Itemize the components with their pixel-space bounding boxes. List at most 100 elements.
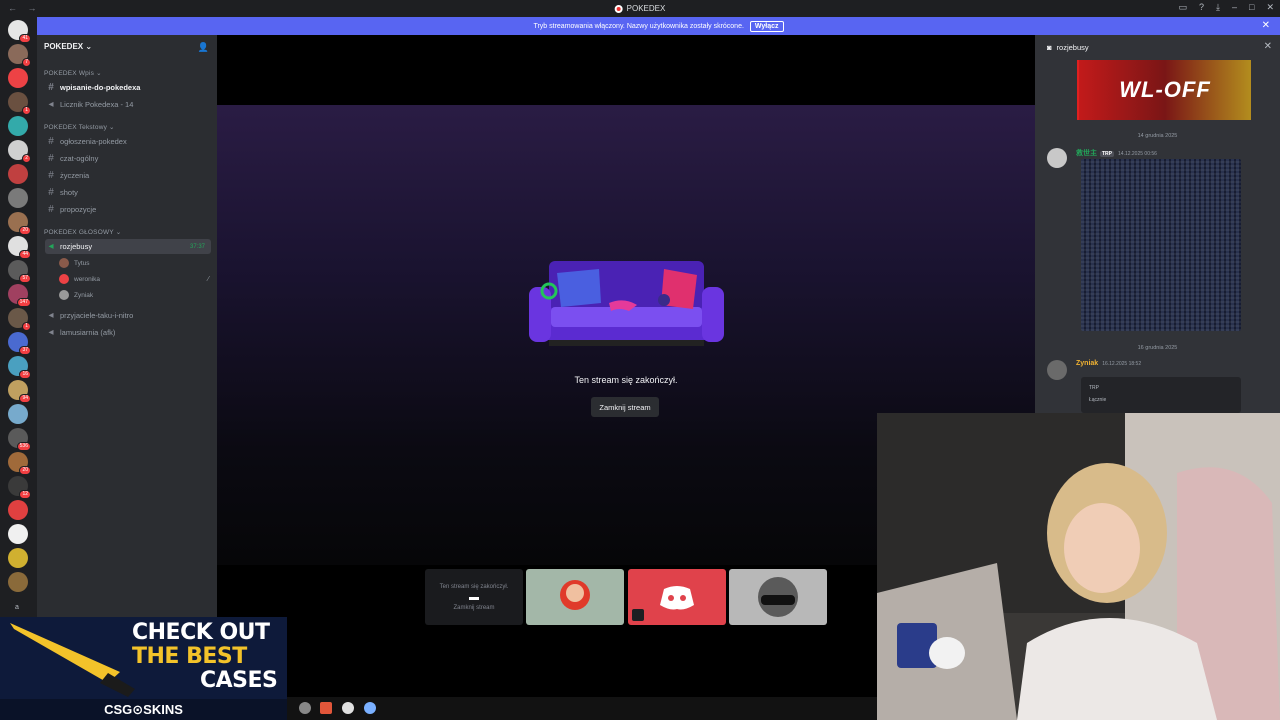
mention-badge: 1 [22, 106, 31, 115]
server-icon[interactable]: 1 [8, 308, 31, 331]
channel-licznik[interactable]: ◂ Licznik Pokedexa - 14 [45, 97, 211, 112]
voice-channel-przyjaciele[interactable]: ◂ przyjaciele-taku-i-nitro [45, 308, 211, 323]
server-icon[interactable]: 94 [8, 380, 31, 403]
server-icon[interactable]: 12 [8, 476, 31, 499]
server-icon[interactable] [8, 548, 28, 568]
server-icon[interactable] [8, 572, 28, 592]
monitor-icon: ▬ [469, 591, 479, 603]
date-separator: 16 grudnia 2025 [1137, 345, 1178, 351]
close-icon[interactable]: ✕ [1264, 41, 1272, 52]
server-icon[interactable] [8, 404, 28, 424]
chat-header: ◙ rozjebusy [1047, 43, 1089, 52]
category-tekstowy[interactable]: POKEDEX Tekstowy ⌄ [44, 123, 115, 131]
server-icon[interactable]: 536 [8, 428, 31, 451]
server-icon[interactable]: 20 [8, 452, 31, 475]
voice-member[interactable]: Zyniak [59, 289, 209, 301]
hash-icon: # [48, 187, 54, 198]
server-icon[interactable]: 41 [8, 20, 31, 43]
channel-sidebar: POKEDEX ⌄ 👤 POKEDEX Wpis ⌄ # wpisanie-do-… [37, 35, 217, 617]
hash-icon: # [48, 204, 54, 215]
server-rail: a 41 7 1 2 20 44 57 147 1 37 16 94 536 20 12 [0, 17, 37, 617]
mention-badge: 20 [19, 466, 31, 475]
csgoskins-ad-banner[interactable]: CHECK OUT THE BEST CASES CSG⊙SKINS [0, 617, 287, 720]
couch-illustration [529, 261, 724, 346]
voice-channel-lamusiarnia[interactable]: ◂ lamusiarnia (afk) [45, 325, 211, 340]
server-icon[interactable]: 20 [8, 212, 31, 235]
guild-header[interactable]: POKEDEX ⌄ [44, 42, 92, 51]
participant-tile-tytus[interactable] [526, 569, 624, 625]
channel-zyczenia[interactable]: # życzenia [45, 168, 211, 183]
nav-arrows-icon[interactable]: ← → [8, 3, 41, 13]
close-stream-button[interactable]: Zamknij stream [591, 397, 659, 417]
hash-icon: # [48, 82, 54, 93]
ad-headline: CHECK OUT THE BEST CASES [132, 620, 278, 693]
channel-shoty[interactable]: # shoty [45, 185, 211, 200]
server-icon[interactable]: 147 [8, 284, 31, 307]
app-icon[interactable] [342, 702, 354, 714]
app-icon[interactable] [299, 702, 311, 714]
maximize-icon[interactable]: □ [1249, 2, 1254, 13]
chat-image-attachment[interactable]: WL-OFF [1077, 60, 1251, 120]
message-embed[interactable]: TRP Łącznie [1081, 377, 1241, 413]
message-author[interactable]: Zyniak 16.12.2025 18:52 [1076, 360, 1141, 367]
help-icon[interactable]: ? [1199, 2, 1204, 13]
mention-badge: 1 [22, 322, 31, 331]
mention-badge: 57 [19, 274, 31, 283]
voice-member[interactable]: Tytus [59, 257, 209, 269]
hash-icon: # [48, 153, 54, 164]
mention-badge: 16 [19, 370, 31, 379]
server-icon[interactable] [8, 524, 28, 544]
server-icon[interactable] [8, 500, 28, 520]
avatar [59, 258, 69, 268]
category-glosowy[interactable]: POKEDEX GŁOSOWY ⌄ [44, 228, 121, 236]
server-icon[interactable]: 37 [8, 332, 31, 355]
server-icon[interactable] [8, 68, 28, 88]
close-icon[interactable]: ✕ [1266, 2, 1274, 13]
mention-badge: 12 [19, 490, 31, 499]
hash-icon: # [48, 170, 54, 181]
disable-streamer-mode-button[interactable]: Wyłącz [749, 20, 784, 32]
server-icon[interactable]: 57 [8, 260, 31, 283]
channel-wpisanie[interactable]: # wpisanie-do-pokedexa [45, 80, 211, 95]
add-user-icon[interactable]: 👤 [198, 42, 209, 53]
server-icon[interactable] [8, 164, 28, 184]
chevron-down-icon: ⌄ [85, 42, 93, 51]
mention-badge: 7 [22, 58, 31, 67]
category-wpis[interactable]: POKEDEX Wpis ⌄ [44, 69, 102, 77]
avatar [560, 580, 590, 610]
mention-badge: 94 [19, 394, 31, 403]
mention-badge: 44 [19, 250, 31, 259]
channel-czat[interactable]: # czat-ogólny [45, 151, 211, 166]
inbox-icon[interactable]: ▭ [1178, 2, 1187, 13]
voice-channel-rozjebusy[interactable]: ◂ rozjebusy 37:37 [45, 239, 211, 254]
hash-icon: # [48, 136, 54, 147]
voice-member[interactable]: weronika ⁄ [59, 273, 209, 285]
server-icon[interactable] [8, 116, 28, 136]
minimize-icon[interactable]: – [1232, 2, 1237, 13]
server-icon[interactable]: 1 [8, 92, 31, 115]
muted-mic-icon: ⁄ [207, 275, 209, 283]
server-icon[interactable] [8, 188, 28, 208]
avatar[interactable] [1047, 360, 1067, 380]
server-icon[interactable]: 16 [8, 356, 31, 379]
channel-propozycje[interactable]: # propozycje [45, 202, 211, 217]
download-icon[interactable]: ⤓ [1216, 2, 1220, 13]
rail-letter: a [15, 604, 19, 611]
participant-tile-zyniak[interactable] [729, 569, 827, 625]
message-author[interactable]: 救世主 TRP 14.12.2025 00:56 [1076, 148, 1157, 158]
stream-tile-ended[interactable]: Ten stream się zakończył. ▬ Zamknij stre… [425, 569, 523, 625]
close-icon[interactable]: ✕ [1262, 20, 1270, 31]
chat-image-attachment[interactable] [1081, 159, 1241, 331]
stream-top-bar [217, 35, 1035, 105]
avatar [758, 577, 798, 617]
participant-tile-weronika[interactable] [628, 569, 726, 625]
server-icon[interactable]: 7 [8, 44, 31, 67]
chat-bubble-icon: ◙ [1047, 43, 1052, 52]
server-icon[interactable]: 44 [8, 236, 31, 259]
webcam-overlay [877, 413, 1280, 720]
brave-icon[interactable] [320, 702, 332, 714]
channel-ogloszenia[interactable]: # ogłoszenia-pokedex [45, 134, 211, 149]
avatar[interactable] [1047, 148, 1067, 168]
server-icon[interactable]: 2 [8, 140, 31, 163]
settings-icon[interactable] [364, 702, 376, 714]
